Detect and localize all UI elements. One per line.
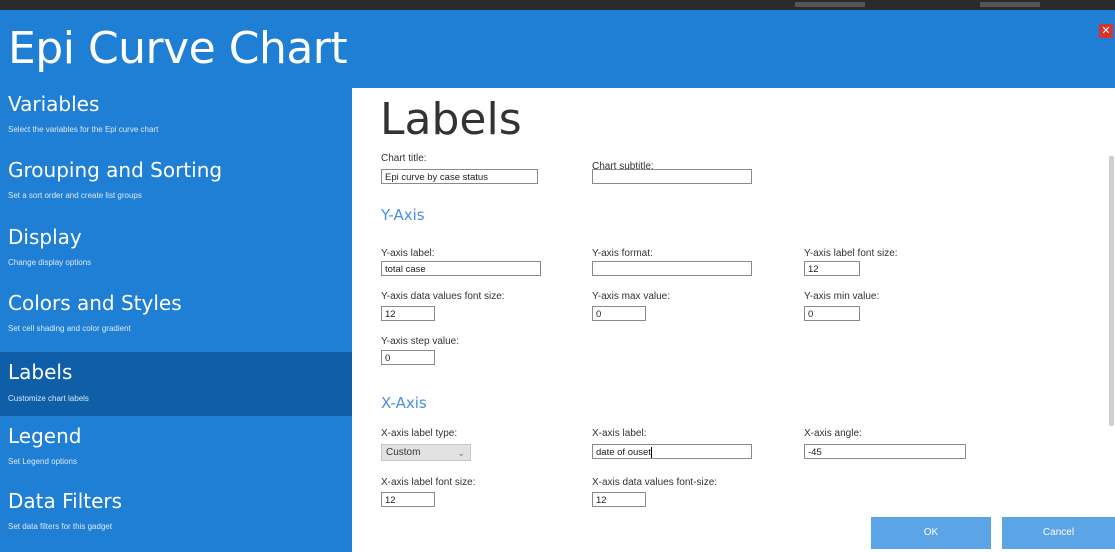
sidebar-item-subtitle: Set a sort order and create list groups <box>8 191 142 200</box>
y-axis-label-font-size-input[interactable]: 12 <box>804 261 860 276</box>
cancel-button[interactable]: Cancel <box>1002 517 1115 549</box>
x-axis-label-label: X-axis label: <box>592 428 647 439</box>
sidebar-item-legend[interactable]: Legend Set Legend options <box>0 420 352 482</box>
y-axis-label-font-size-label: Y-axis label font size: <box>804 248 898 259</box>
sidebar-item-title: Colors and Styles <box>8 291 182 315</box>
x-axis-label-font-size-label: X-axis label font size: <box>381 477 476 488</box>
y-axis-min-value-input[interactable]: 0 <box>804 306 860 321</box>
y-axis-format-label: Y-axis format: <box>592 248 653 259</box>
y-axis-max-value-label: Y-axis max value: <box>592 291 670 302</box>
ok-button[interactable]: OK <box>871 517 991 549</box>
sidebar-item-variables[interactable]: Variables Select the variables for the E… <box>0 88 352 150</box>
x-axis-angle-label: X-axis angle: <box>804 428 862 439</box>
labels-panel: Labels Chart title: Epi curve by case st… <box>352 88 1115 552</box>
sidebar-item-labels[interactable]: Labels Customize chart labels <box>0 352 352 416</box>
x-axis-label-type-select[interactable]: Custom ⌄ <box>381 444 471 461</box>
sidebar-item-title: Grouping and Sorting <box>8 158 223 182</box>
close-icon[interactable]: ✕ <box>1099 24 1113 38</box>
sidebar-item-display[interactable]: Display Change display options <box>0 221 352 283</box>
y-axis-max-value-input[interactable]: 0 <box>592 306 646 321</box>
y-axis-label-label: Y-axis label: <box>381 248 435 259</box>
sidebar-item-subtitle: Change display options <box>8 258 92 267</box>
chart-subtitle-input[interactable] <box>592 169 752 184</box>
sidebar-item-grouping-and-sorting[interactable]: Grouping and Sorting Set a sort order an… <box>0 154 352 216</box>
y-axis-step-value-label: Y-axis step value: <box>381 336 460 347</box>
x-axis-label-input[interactable]: date of ouset <box>592 444 752 459</box>
sidebar-item-title: Display <box>8 225 82 249</box>
x-axis-data-values-font-size-input[interactable]: 12 <box>592 492 646 507</box>
x-axis-angle-input[interactable]: -45 <box>804 444 966 459</box>
sidebar-item-data-filters[interactable]: Data Filters Set data filters for this g… <box>0 485 352 547</box>
y-axis-label-input[interactable]: total case <box>381 261 541 276</box>
sidebar-item-subtitle: Set data filters for this gadget <box>8 522 113 531</box>
app-title: Epi Curve Chart <box>8 23 348 74</box>
vertical-scrollbar[interactable] <box>1109 156 1114 426</box>
window-control-ghost <box>980 2 1040 7</box>
x-axis-label-font-size-input[interactable]: 12 <box>381 492 435 507</box>
sidebar: Variables Select the variables for the E… <box>0 88 352 552</box>
y-axis-step-value-input[interactable]: 0 <box>381 350 435 365</box>
text-caret <box>650 446 652 458</box>
sidebar-item-subtitle: Select the variables for the Epi curve c… <box>8 125 159 134</box>
y-axis-data-values-font-size-input[interactable]: 12 <box>381 306 435 321</box>
y-axis-min-value-label: Y-axis min value: <box>804 291 880 302</box>
x-axis-data-values-font-size-label: X-axis data values font-size: <box>592 477 718 488</box>
chevron-down-icon: ⌄ <box>457 448 465 458</box>
x-axis-label-value: date of ouset <box>596 447 651 458</box>
y-axis-data-values-font-size-label: Y-axis data values font size: <box>381 291 505 302</box>
sidebar-item-title: Labels <box>8 360 73 384</box>
x-axis-label-type-value: Custom <box>386 447 421 458</box>
sidebar-item-subtitle: Customize chart labels <box>8 394 89 403</box>
sidebar-item-title: Data Filters <box>8 489 123 513</box>
window-control-ghost <box>795 2 865 7</box>
x-axis-label-type-label: X-axis label type: <box>381 428 458 439</box>
page-title: Labels <box>380 94 522 145</box>
sidebar-item-subtitle: Set Legend options <box>8 457 77 466</box>
sidebar-item-title: Legend <box>8 424 82 448</box>
x-axis-heading: X-Axis <box>381 394 427 412</box>
sidebar-item-subtitle: Set cell shading and color gradient <box>8 324 131 333</box>
sidebar-item-colors-and-styles[interactable]: Colors and Styles Set cell shading and c… <box>0 287 352 349</box>
chart-title-label: Chart title: <box>381 153 427 164</box>
y-axis-format-input[interactable] <box>592 261 752 276</box>
y-axis-heading: Y-Axis <box>381 206 425 224</box>
title-bar-strip <box>0 0 1115 10</box>
dialog-header: Epi Curve Chart ✕ <box>0 10 1115 88</box>
chart-title-input[interactable]: Epi curve by case status <box>381 169 538 184</box>
sidebar-item-title: Variables <box>8 92 100 116</box>
